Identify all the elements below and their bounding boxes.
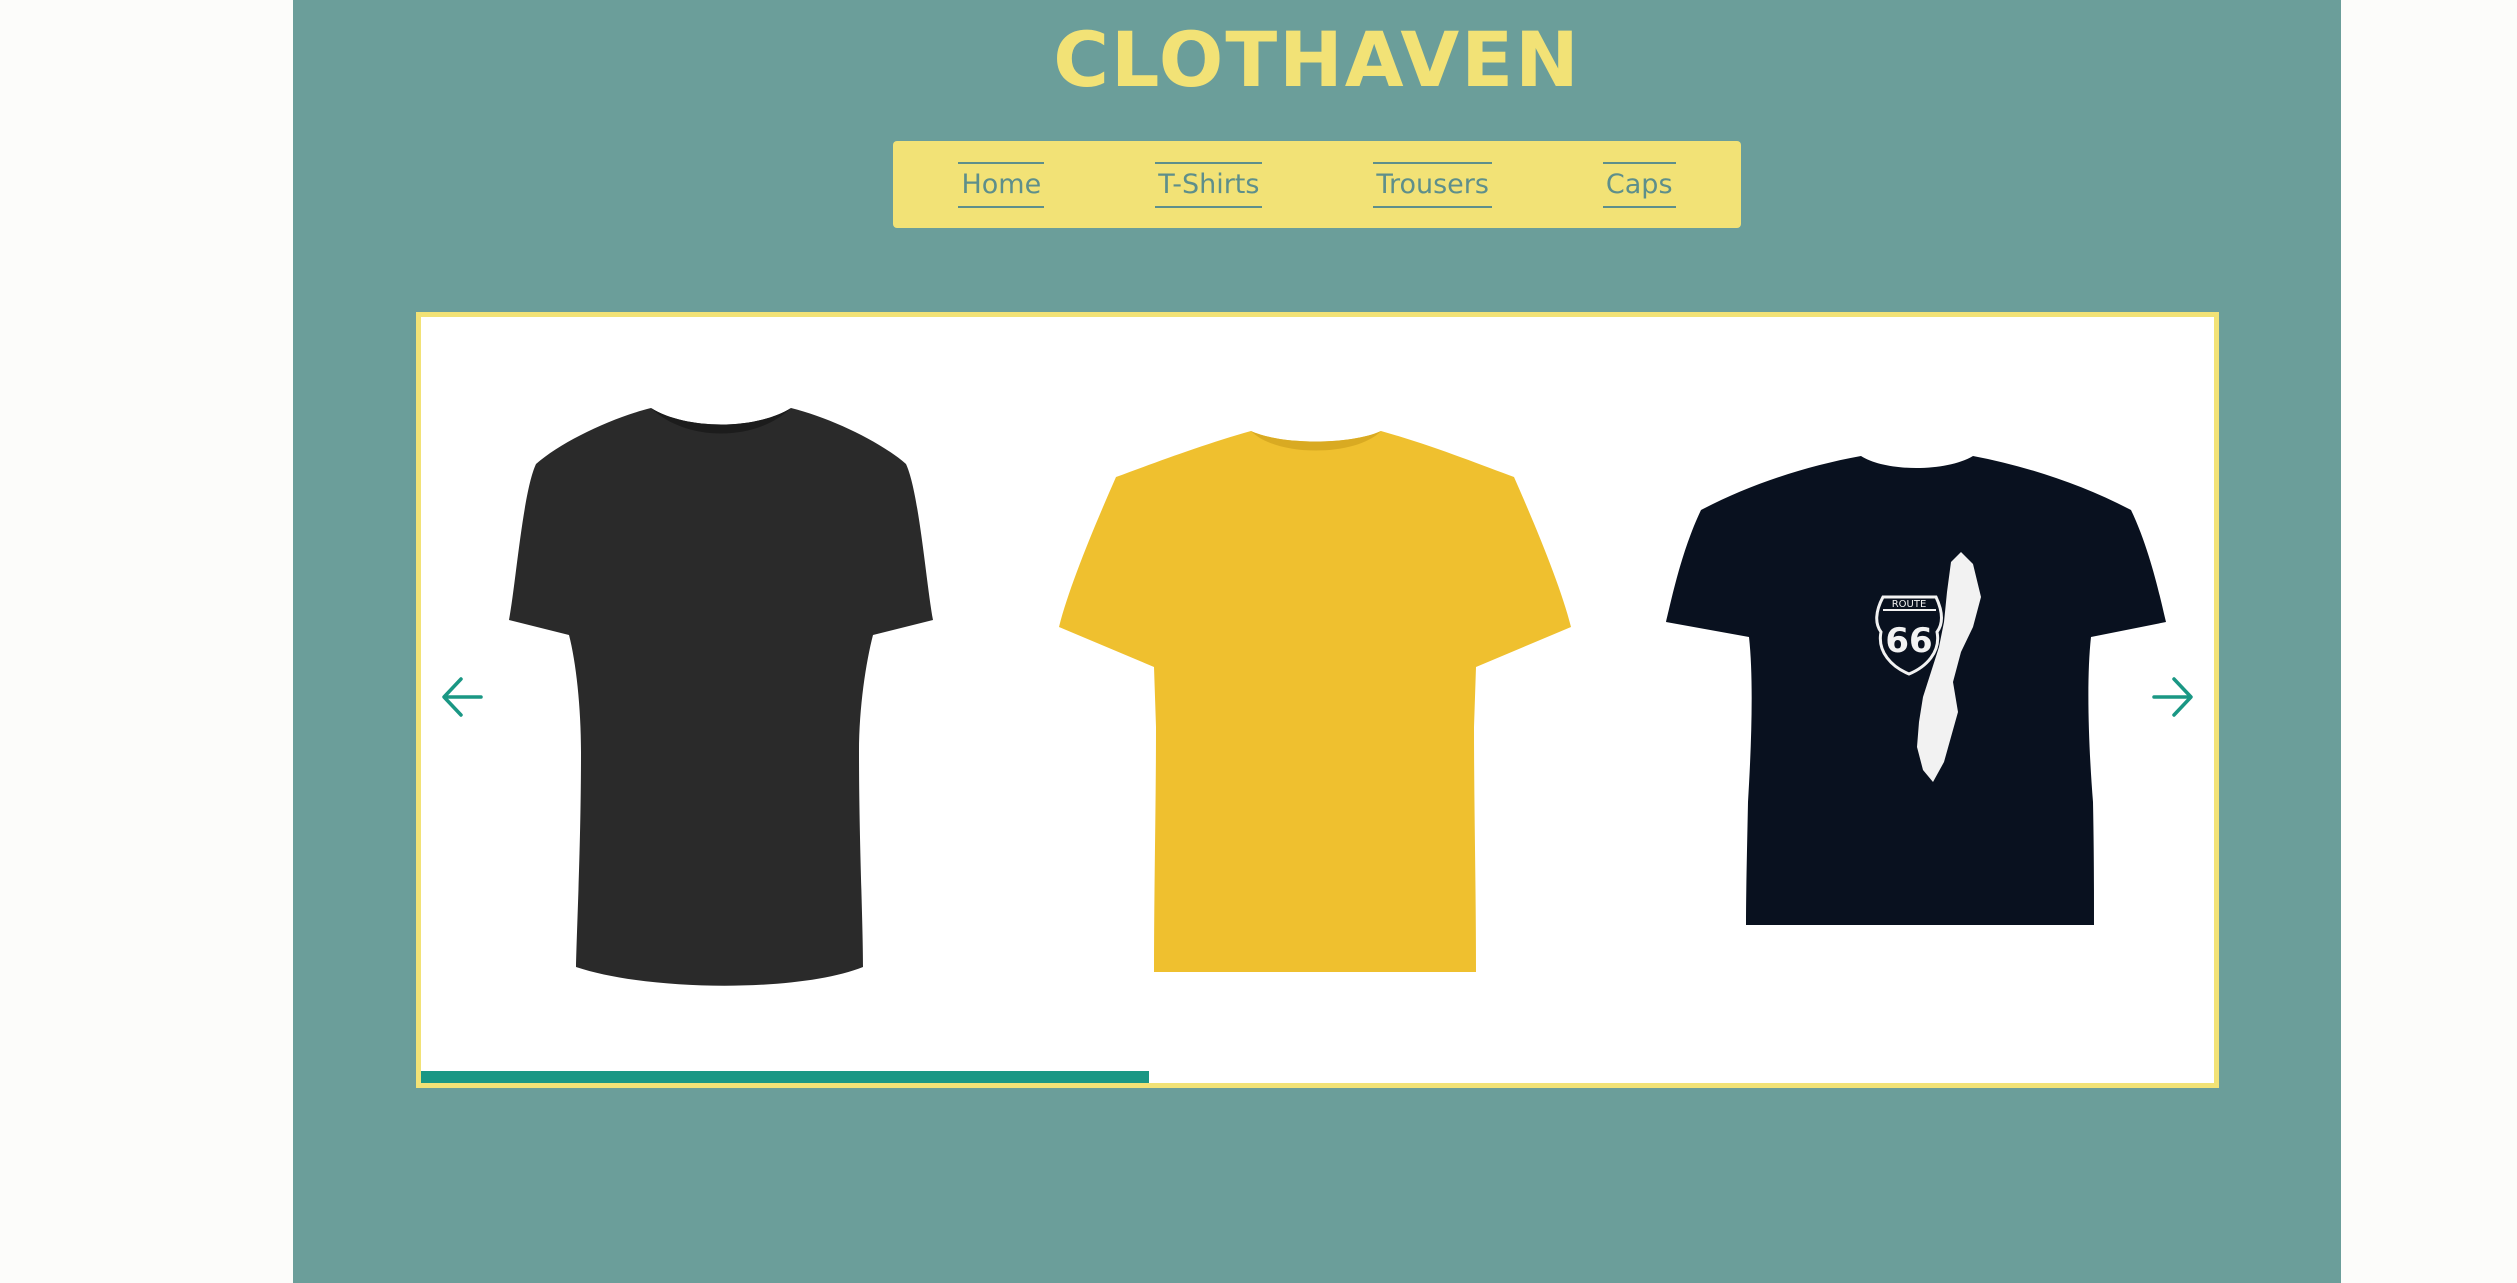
nav-tshirts[interactable]: T-Shirts: [1155, 161, 1263, 208]
arrow-left-icon[interactable]: [437, 672, 487, 722]
nav-home[interactable]: Home: [958, 161, 1045, 208]
product-yellow-tshirt[interactable]: [1056, 427, 1576, 987]
brand-title: CLOTHAVEN: [1053, 15, 1581, 104]
navy-tshirt-shape: [1666, 456, 2166, 925]
product-black-tshirt[interactable]: [501, 402, 941, 992]
route-text: ROUTE: [1892, 599, 1927, 610]
nav-caps[interactable]: Caps: [1602, 161, 1676, 208]
yellow-tshirt-shape: [1059, 431, 1571, 972]
carousel-progress-track: [421, 1071, 2214, 1083]
carousel-progress-fill: [421, 1071, 1149, 1083]
arrow-right-icon[interactable]: [2148, 672, 2198, 722]
main-nav: Home T-Shirts Trousers Caps: [893, 141, 1741, 228]
route-number: 66: [1885, 621, 1932, 661]
nav-trousers[interactable]: Trousers: [1373, 161, 1492, 208]
page-container: CLOTHAVEN Home T-Shirts Trousers Caps RO…: [293, 0, 2341, 1283]
product-route66-tshirt[interactable]: ROUTE 66: [1661, 452, 2171, 942]
product-carousel[interactable]: ROUTE 66: [416, 312, 2219, 1088]
black-tshirt-shape: [509, 408, 933, 986]
